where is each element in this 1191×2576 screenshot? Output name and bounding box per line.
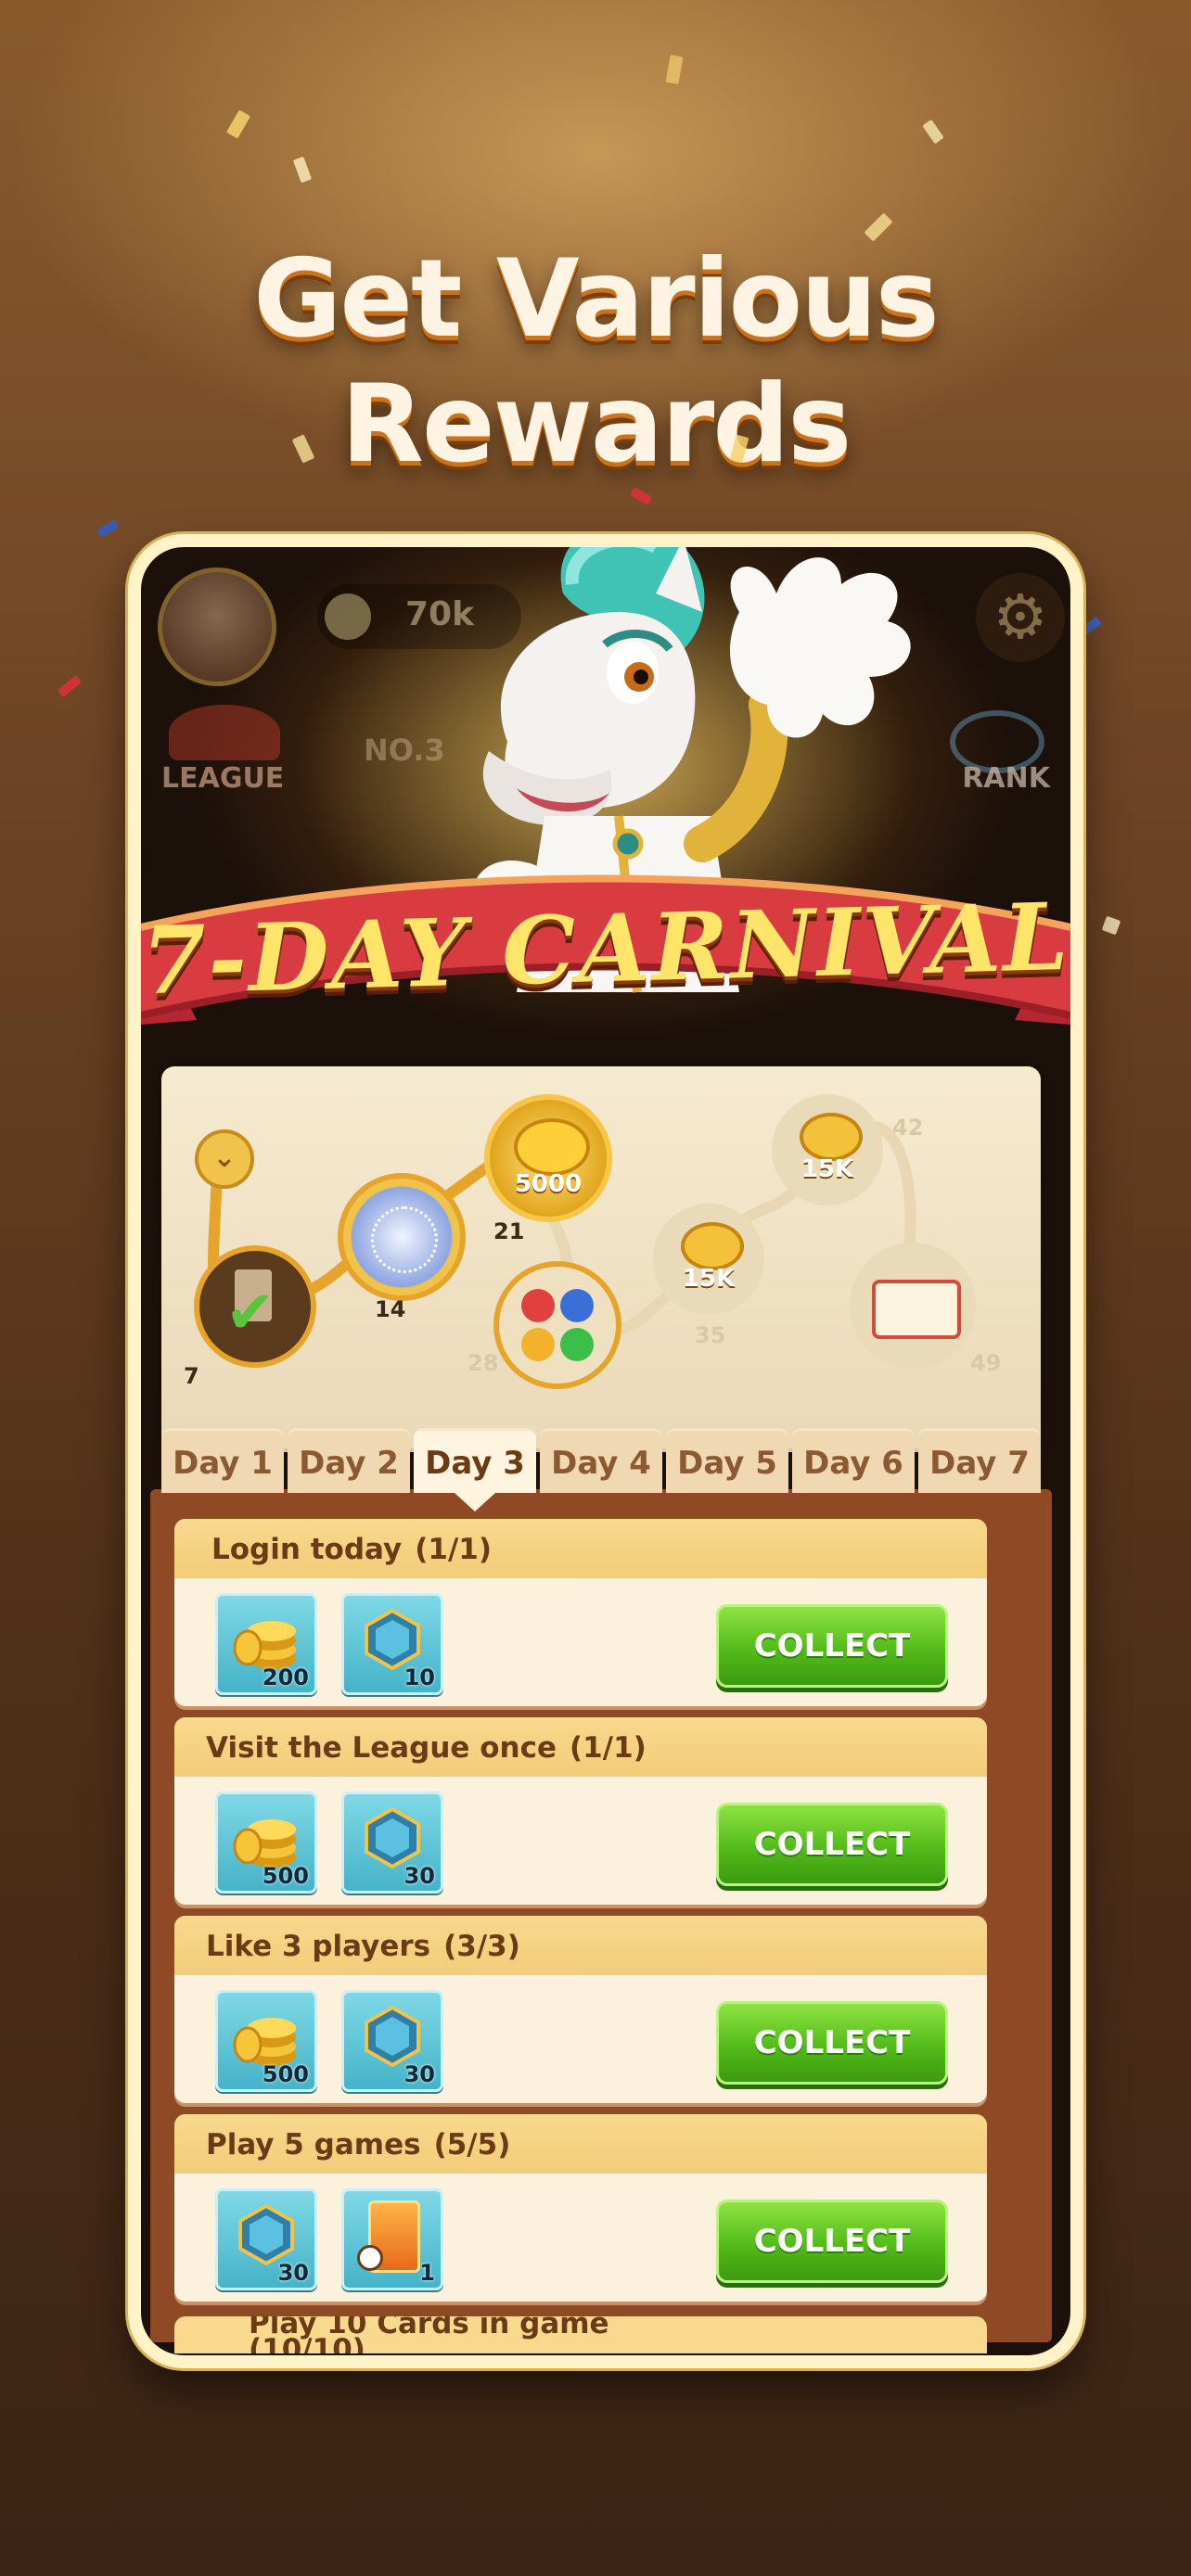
task-card: Like 3 players (3/3) 500 30 COLLECT	[174, 1916, 987, 2103]
reward-xp: 10	[341, 1593, 443, 1695]
task-progress: (5/5)	[433, 2128, 511, 2162]
milestone-35[interactable]: 15K	[653, 1204, 764, 1315]
tab-day-3[interactable]: Day 3	[414, 1428, 536, 1511]
milestone-label: 7	[184, 1363, 199, 1389]
milestone-value: 5000	[514, 1170, 583, 1198]
task-card: Login today (1/1) 200 10 COLLECT	[174, 1519, 987, 1706]
reward-count: 30	[403, 2061, 435, 2087]
tab-day-7[interactable]: Day 7	[918, 1428, 1041, 1493]
reward-count: 500	[262, 1863, 309, 1889]
task-card-partial: Play 10 Cards in game (10/10)	[174, 2316, 987, 2353]
reward-count: 30	[403, 1863, 435, 1889]
reward-coins: 500	[215, 1792, 317, 1894]
progress-map: ⌄ ✔ 7 14 5000 21 28 15K 35 15K 42 49	[161, 1066, 1041, 1452]
milestone-label: 35	[695, 1322, 726, 1348]
xp-icon	[365, 1609, 420, 1670]
milestone-49[interactable]	[850, 1243, 976, 1369]
task-title: Like 3 players	[206, 1930, 431, 1963]
milestone-42[interactable]: 15K	[772, 1094, 883, 1205]
collect-button[interactable]: COLLECT	[716, 2001, 948, 2085]
reward-card-timer: 1	[341, 2188, 443, 2290]
milestone-28[interactable]	[493, 1261, 621, 1389]
milestone-label: 21	[493, 1218, 525, 1244]
tab-day-4[interactable]: Day 4	[540, 1428, 662, 1493]
path-start-icon: ⌄	[195, 1129, 254, 1189]
phone-frame: 70k ⚙ LEAGUE NO.3 RANK 7-DAY CARNIVAL ⌄ …	[128, 534, 1083, 2368]
confetti	[922, 119, 944, 145]
coin-icon	[325, 593, 371, 640]
tab-day-1[interactable]: Day 1	[161, 1428, 284, 1493]
reward-count: 500	[262, 2061, 309, 2087]
task-header: Login today (1/1)	[174, 1519, 987, 1578]
milestone-value: 15K	[682, 1265, 736, 1293]
confetti	[292, 156, 313, 184]
confetti	[57, 674, 83, 698]
message-frame-icon	[872, 1280, 961, 1339]
task-header: Like 3 players (3/3)	[174, 1916, 987, 1975]
task-title: Visit the League once	[206, 1731, 557, 1765]
reward-coins: 200	[215, 1593, 317, 1695]
clock-icon	[357, 2245, 383, 2271]
task-header: Play 5 games (5/5)	[174, 2114, 987, 2174]
reward-count: 10	[403, 1664, 435, 1690]
coin-icon	[514, 1118, 590, 1176]
coin-stack-icon	[800, 1113, 863, 1161]
xp-icon	[365, 1807, 420, 1868]
milestone-value: 15K	[800, 1155, 854, 1183]
day-tabs: Day 1 Day 2 Day 3 Day 4 Day 5 Day 6 Day …	[161, 1428, 1041, 1511]
profile-avatar[interactable]	[158, 567, 276, 686]
milestone-label: 28	[467, 1350, 499, 1376]
tab-day-5[interactable]: Day 5	[666, 1428, 788, 1493]
league-label[interactable]: LEAGUE	[161, 762, 284, 795]
emoji-pack-icon	[521, 1289, 594, 1361]
headline: Get Various Rewards	[253, 236, 940, 487]
tab-day-6[interactable]: Day 6	[792, 1428, 915, 1493]
task-title: Play 5 games	[206, 2128, 421, 2162]
milestone-label: 49	[970, 1350, 1002, 1376]
gear-icon[interactable]: ⚙	[976, 573, 1065, 662]
reward-count: 1	[419, 2260, 435, 2286]
task-progress: (3/3)	[443, 1930, 520, 1963]
confetti	[665, 55, 684, 84]
collect-button[interactable]: COLLECT	[716, 2200, 948, 2283]
reward-xp: 30	[341, 1792, 443, 1894]
confetti	[225, 109, 251, 139]
confetti	[1101, 915, 1121, 936]
rank-label[interactable]: RANK	[962, 762, 1050, 795]
milestone-14[interactable]	[338, 1173, 466, 1301]
milestone-7[interactable]: ✔	[194, 1245, 316, 1368]
reward-count: 200	[262, 1664, 309, 1690]
reward-xp: 30	[341, 1990, 443, 2092]
collect-button[interactable]: COLLECT	[716, 1604, 948, 1688]
confetti	[96, 519, 120, 538]
reward-coins: 500	[215, 1990, 317, 2092]
task-card: Play 5 games (5/5) 30 1 COLLECT	[174, 2114, 987, 2302]
league-wing-icon	[169, 705, 280, 760]
collect-button[interactable]: COLLECT	[716, 1803, 948, 1886]
crystal-ball-icon	[371, 1206, 438, 1273]
tab-day-2[interactable]: Day 2	[288, 1428, 410, 1493]
milestone-label: 14	[375, 1296, 406, 1322]
task-progress: (1/1)	[570, 1731, 647, 1765]
xp-icon	[365, 2006, 420, 2067]
confetti	[629, 487, 653, 505]
reward-xp: 30	[215, 2188, 317, 2290]
milestone-label: 42	[892, 1115, 924, 1141]
coin-stack-icon	[681, 1222, 744, 1270]
task-title: Login today	[211, 1533, 403, 1566]
task-progress: (1/1)	[415, 1533, 493, 1566]
milestone-21[interactable]: 5000	[484, 1094, 612, 1222]
reward-count: 30	[277, 2260, 309, 2286]
check-icon: ✔	[225, 1279, 275, 1347]
task-header: Visit the League once (1/1)	[174, 1717, 987, 1777]
xp-icon	[238, 2204, 294, 2265]
task-card: Visit the League once (1/1) 500 30 COLLEC…	[174, 1717, 987, 1905]
